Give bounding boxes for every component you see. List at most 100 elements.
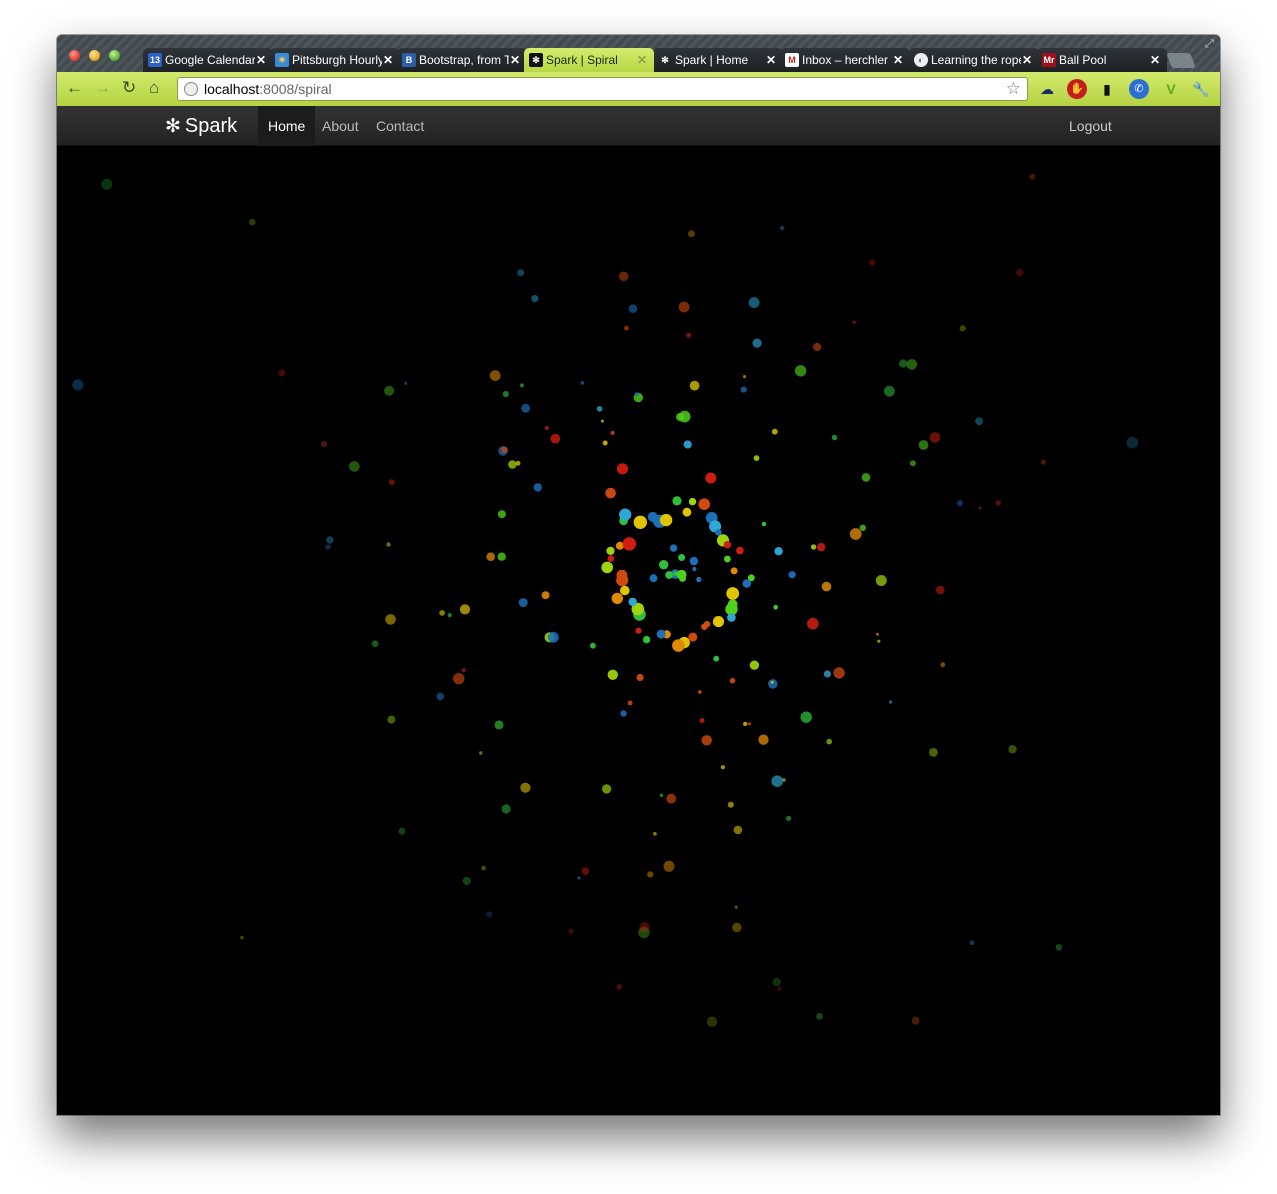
weather-icon: ☀ bbox=[275, 53, 289, 67]
spiral-dot bbox=[826, 738, 832, 745]
nav-about[interactable]: About bbox=[312, 106, 369, 146]
spiral-dot bbox=[698, 498, 710, 511]
tab-close-icon[interactable]: ✕ bbox=[382, 53, 394, 67]
phone-charger-icon[interactable]: ▮ bbox=[1097, 79, 1117, 99]
spiral-dot bbox=[620, 710, 627, 717]
spiral-dot bbox=[734, 905, 738, 909]
cloud-icon[interactable]: ☁ bbox=[1037, 79, 1057, 99]
spiral-dot bbox=[742, 579, 752, 588]
spiral-dot bbox=[520, 383, 524, 388]
tab-spark-spiral[interactable]: ✻ Spark | Spiral ✕ bbox=[524, 48, 654, 72]
spiral-dot bbox=[724, 555, 731, 563]
spiral-dot bbox=[683, 440, 692, 449]
spiral-visualization[interactable] bbox=[57, 146, 1220, 1115]
tab-close-icon[interactable]: ✕ bbox=[1149, 53, 1161, 67]
spiral-dot bbox=[748, 297, 760, 308]
spiral-dot bbox=[1040, 459, 1046, 465]
tab-google-calendar[interactable]: 13 Google Calendar ✕ bbox=[143, 48, 273, 72]
spiral-dot bbox=[627, 700, 633, 706]
spiral-dot bbox=[688, 632, 698, 642]
spiral-dot bbox=[807, 617, 819, 630]
tab-title: Spark | Spiral bbox=[546, 53, 618, 67]
back-arrow-icon[interactable]: ← bbox=[66, 78, 83, 98]
wrench-icon[interactable]: 🔧 bbox=[1191, 79, 1211, 99]
logout-link[interactable]: Logout bbox=[1059, 106, 1122, 146]
spiral-dot bbox=[975, 417, 983, 426]
spiral-dot bbox=[386, 542, 391, 547]
spiral-dot bbox=[959, 325, 966, 332]
spiral-dot bbox=[669, 544, 678, 552]
close-window-button[interactable] bbox=[69, 50, 80, 61]
tab-title: Inbox – herchler bbox=[802, 53, 889, 67]
tab-spark-home[interactable]: ✻ Spark | Home ✕ bbox=[653, 48, 783, 72]
spiral-dot bbox=[940, 662, 946, 668]
tab-ball-pool[interactable]: Mr Ball Pool ✕ bbox=[1037, 48, 1167, 72]
spiral-dot bbox=[639, 922, 650, 933]
browser-window: 13 Google Calendar ✕ ☀ Pittsburgh Hourly… bbox=[57, 35, 1220, 1115]
spiral-dot bbox=[676, 569, 687, 580]
spiral-dot bbox=[794, 365, 807, 377]
spiral-dot bbox=[899, 359, 908, 368]
spiral-dot bbox=[616, 463, 629, 475]
tab-close-icon[interactable]: ✕ bbox=[509, 53, 521, 67]
spiral-dot bbox=[730, 567, 738, 575]
tab-close-icon[interactable]: ✕ bbox=[892, 53, 904, 67]
spiral-dot bbox=[774, 547, 783, 556]
spiral-dot bbox=[663, 860, 675, 872]
spiral-dot bbox=[606, 546, 615, 555]
spiral-dot bbox=[325, 544, 331, 550]
minimize-window-button[interactable] bbox=[89, 50, 100, 61]
gmail-icon: M bbox=[785, 53, 799, 67]
reload-icon[interactable]: ↻ bbox=[122, 78, 136, 98]
spiral-dot bbox=[385, 614, 396, 625]
v-logo-icon[interactable]: V bbox=[1161, 79, 1181, 99]
spiral-dot bbox=[601, 419, 604, 423]
tab-learning-the-ropes[interactable]: ◐ Learning the ropes ✕ bbox=[909, 48, 1039, 72]
spiral-dot bbox=[706, 1016, 718, 1027]
new-tab-button[interactable] bbox=[1166, 53, 1196, 68]
spiral-dot bbox=[911, 1016, 920, 1025]
fullscreen-icon[interactable]: ⤢ bbox=[1205, 38, 1214, 51]
spiral-dot bbox=[823, 670, 832, 678]
spiral-dot bbox=[624, 325, 629, 331]
tab-close-icon[interactable]: ✕ bbox=[1021, 53, 1033, 67]
tab-close-icon[interactable]: ✕ bbox=[765, 53, 777, 67]
spiral-dot bbox=[633, 515, 647, 529]
address-bar[interactable]: localhost:8008/spiral ☆ bbox=[177, 77, 1028, 101]
home-icon[interactable]: ⌂ bbox=[149, 78, 159, 98]
spiral-dot bbox=[672, 496, 682, 506]
nav-contact[interactable]: Contact bbox=[366, 106, 434, 146]
brand-link[interactable]: ✻ Spark bbox=[165, 106, 237, 146]
spiral-dot bbox=[682, 507, 692, 517]
spiral-dot bbox=[384, 385, 395, 396]
tab-bootstrap[interactable]: B Bootstrap, from Twitter ✕ bbox=[397, 48, 527, 72]
spiral-dot bbox=[649, 574, 658, 583]
spiral-dot bbox=[659, 513, 673, 527]
nav-home[interactable]: Home bbox=[258, 106, 316, 146]
address-path: :8008/spiral bbox=[259, 81, 332, 97]
tab-inbox[interactable]: M Inbox – herchler ✕ bbox=[780, 48, 910, 72]
bookmark-star-icon[interactable]: ☆ bbox=[1006, 78, 1021, 100]
spiral-dot bbox=[761, 521, 767, 527]
tab-close-icon[interactable]: ✕ bbox=[255, 53, 267, 67]
spiral-dot bbox=[929, 748, 938, 757]
spiral-dot bbox=[686, 332, 692, 338]
stop-sign-icon[interactable]: ✋ bbox=[1067, 79, 1087, 99]
spiral-dot bbox=[615, 541, 624, 550]
spiral-dot bbox=[547, 631, 559, 643]
tab-pittsburgh-hourly[interactable]: ☀ Pittsburgh Hourly ✕ bbox=[270, 48, 400, 72]
zoom-window-button[interactable] bbox=[109, 50, 120, 61]
spiral-dot bbox=[699, 718, 705, 723]
spiral-dot bbox=[821, 581, 832, 592]
spiral-dot bbox=[616, 984, 623, 990]
spiral-dot bbox=[747, 722, 751, 726]
spiral-dot bbox=[720, 765, 726, 770]
forward-arrow-icon[interactable]: → bbox=[94, 78, 111, 98]
tab-title: Pittsburgh Hourly bbox=[292, 53, 382, 67]
spiral-canvas[interactable] bbox=[57, 146, 1220, 1115]
spiral-dot bbox=[732, 922, 742, 933]
phone-call-icon[interactable]: ✆ bbox=[1129, 79, 1149, 99]
tab-close-icon[interactable]: ✕ bbox=[636, 53, 648, 67]
spiral-dot bbox=[459, 604, 471, 615]
spiral-dot bbox=[619, 508, 632, 521]
